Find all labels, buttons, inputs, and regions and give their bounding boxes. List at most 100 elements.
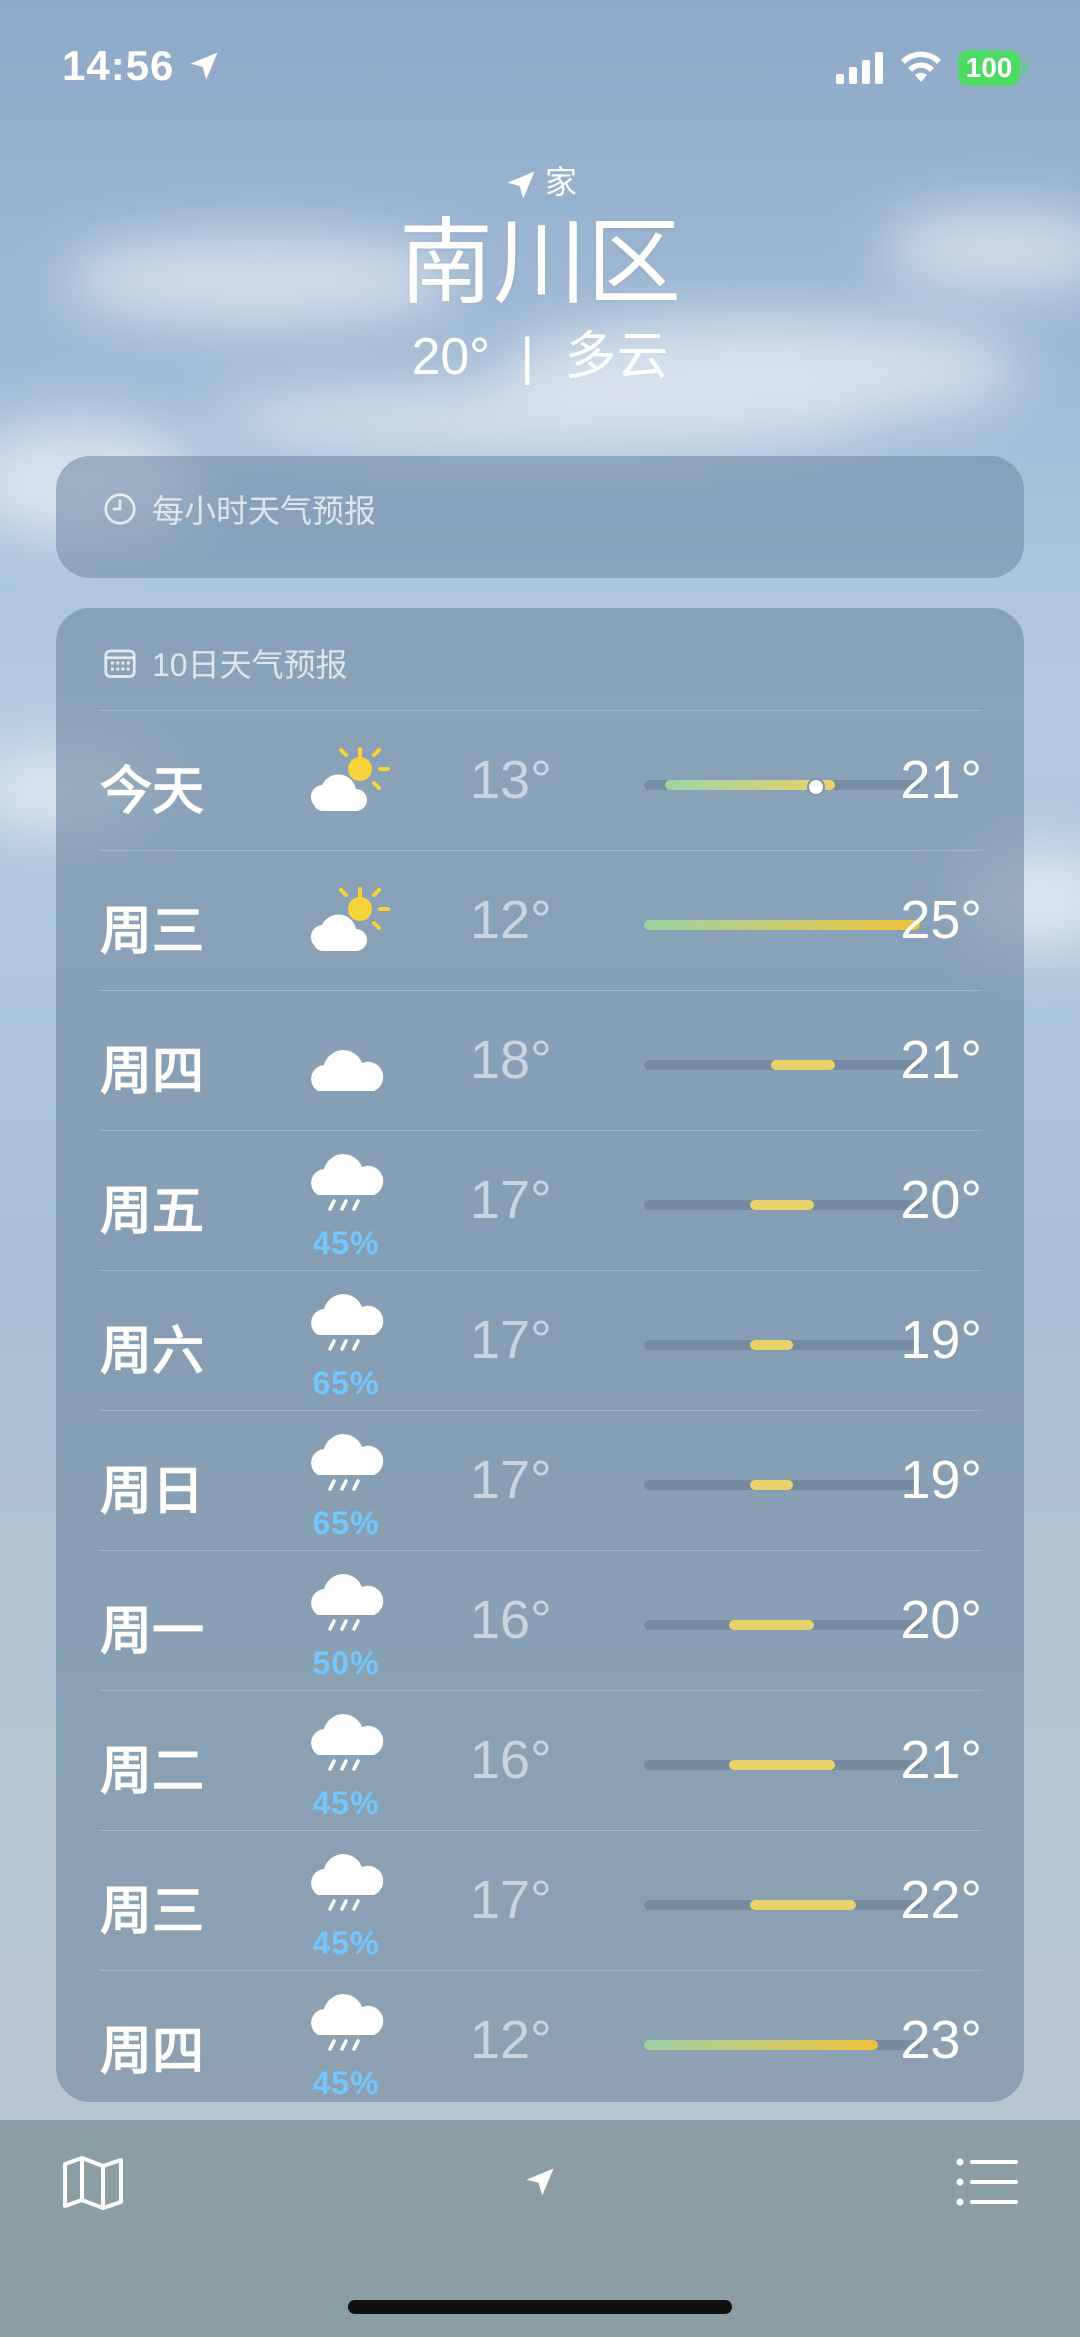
low-temperature: 16° bbox=[470, 1590, 552, 1650]
location-header: 家 南川区 20° | 多云 bbox=[0, 160, 1080, 392]
low-temperature: 17° bbox=[470, 1450, 552, 1510]
forecast-row[interactable]: 今天 13° 21° bbox=[100, 710, 982, 850]
battery-indicator: 100 bbox=[958, 50, 1020, 86]
ten-day-forecast-title: 10日天气预报 bbox=[152, 647, 348, 683]
precipitation-chance: 50% bbox=[312, 1645, 380, 1681]
cellular-signal-icon bbox=[836, 52, 883, 84]
temperature-range-bar bbox=[644, 1480, 920, 1490]
high-temperature: 20° bbox=[900, 1590, 982, 1650]
day-label: 周三 bbox=[100, 1883, 205, 1941]
high-temperature: 22° bbox=[900, 1870, 982, 1930]
temperature-range-fill bbox=[644, 2040, 878, 2050]
day-label: 周六 bbox=[100, 1323, 205, 1381]
status-time: 14:56 bbox=[62, 42, 175, 89]
low-temperature: 16° bbox=[470, 1730, 552, 1790]
current-temperature: 20° bbox=[411, 328, 491, 386]
battery-cap bbox=[1022, 61, 1027, 75]
low-temperature: 12° bbox=[470, 2010, 552, 2070]
forecast-row[interactable]: 周二 45% 16° 21° bbox=[100, 1690, 982, 1830]
precipitation-chance: 65% bbox=[312, 1365, 380, 1401]
low-temperature: 12° bbox=[470, 890, 552, 950]
precipitation-chance: 45% bbox=[312, 1925, 380, 1961]
day-label: 周五 bbox=[100, 1183, 205, 1241]
temperature-range-fill bbox=[728, 1620, 814, 1630]
forecast-row[interactable]: 周三 12° 25° bbox=[100, 850, 982, 990]
temperature-range-bar bbox=[644, 1900, 920, 1910]
low-temperature: 17° bbox=[470, 1870, 552, 1930]
temperature-range-bar bbox=[644, 1340, 920, 1350]
temperature-range-bar bbox=[644, 1060, 920, 1070]
high-temperature: 23° bbox=[900, 2010, 982, 2070]
high-temperature: 25° bbox=[900, 890, 982, 950]
temperature-range-bar bbox=[644, 2040, 920, 2050]
low-temperature: 13° bbox=[470, 750, 552, 810]
forecast-row[interactable]: 周五 45% 17° 20° bbox=[100, 1130, 982, 1270]
battery-level: 100 bbox=[965, 52, 1013, 83]
ten-day-forecast-header: 10日天气预报 bbox=[102, 640, 348, 686]
forecast-row[interactable]: 周一 50% 16° 20° bbox=[100, 1550, 982, 1690]
high-temperature: 20° bbox=[900, 1170, 982, 1230]
forecast-list: 今天 13° 21° 周三 12° 25° 周四 18° 21° 周五 45% 17° 20° 周六 65%… bbox=[100, 710, 982, 2110]
precipitation-chance: 65% bbox=[312, 1505, 380, 1541]
day-label: 今天 bbox=[100, 763, 205, 821]
home-label: 家 bbox=[544, 164, 577, 200]
precipitation-chance: 45% bbox=[312, 1225, 380, 1261]
temperature-range-fill bbox=[728, 1760, 836, 1770]
ten-day-forecast-card[interactable]: 10日天气预报 今天 13° 21° 周三 12° 25° 周四 18° 21° 周五 45% 17°… bbox=[56, 608, 1024, 2102]
current-temperature-dot bbox=[806, 778, 825, 796]
temperature-range-fill bbox=[644, 920, 920, 930]
location-arrow-icon[interactable] bbox=[522, 2164, 558, 2200]
day-label: 周一 bbox=[100, 1603, 205, 1661]
temperature-range-bar bbox=[644, 1760, 920, 1770]
low-temperature: 17° bbox=[470, 1310, 552, 1370]
location-arrow-icon bbox=[507, 171, 535, 199]
low-temperature: 18° bbox=[470, 1030, 552, 1090]
high-temperature: 19° bbox=[900, 1310, 982, 1370]
hourly-forecast-header: 每小时天气预报 bbox=[102, 486, 376, 532]
forecast-row[interactable]: 周四 18° 21° bbox=[100, 990, 982, 1130]
temperature-range-bar bbox=[644, 920, 920, 930]
temperature-range-fill bbox=[750, 1480, 793, 1490]
temperature-range-bar bbox=[644, 778, 920, 796]
condition-text: 多云 bbox=[564, 328, 669, 386]
high-temperature: 19° bbox=[900, 1450, 982, 1510]
forecast-row[interactable]: 周三 45% 17° 22° bbox=[100, 1830, 982, 1970]
clock-icon bbox=[104, 493, 136, 525]
calendar-icon bbox=[104, 649, 136, 678]
wifi-icon bbox=[901, 51, 941, 82]
high-temperature: 21° bbox=[900, 1030, 982, 1090]
list-icon[interactable] bbox=[956, 2158, 1018, 2206]
day-label: 周二 bbox=[100, 1743, 205, 1801]
map-icon[interactable] bbox=[62, 2154, 124, 2212]
conditions-separator: | bbox=[520, 328, 535, 386]
cloud-icon bbox=[300, 1019, 396, 1115]
day-label: 周四 bbox=[100, 2023, 205, 2081]
temperature-range-fill bbox=[750, 1340, 793, 1350]
hourly-forecast-title: 每小时天气预报 bbox=[152, 493, 377, 529]
home-location-row: 家 bbox=[0, 160, 1080, 204]
day-label: 周日 bbox=[100, 1463, 205, 1521]
temperature-range-bar bbox=[644, 1620, 920, 1630]
forecast-row[interactable]: 周日 65% 17° 19° bbox=[100, 1410, 982, 1550]
current-conditions: 20° | 多云 bbox=[0, 322, 1080, 392]
forecast-row[interactable]: 周六 65% 17° 19° bbox=[100, 1270, 982, 1410]
precipitation-chance: 45% bbox=[312, 2065, 380, 2101]
partly-sunny-icon bbox=[300, 739, 396, 835]
high-temperature: 21° bbox=[900, 1730, 982, 1790]
temperature-range-fill bbox=[750, 1200, 814, 1210]
hourly-forecast-card[interactable]: 每小时天气预报 bbox=[56, 456, 1024, 578]
temperature-range-bar bbox=[644, 1200, 920, 1210]
low-temperature: 17° bbox=[470, 1170, 552, 1230]
location-services-icon bbox=[190, 52, 218, 80]
temperature-range-fill bbox=[750, 1900, 857, 1910]
status-bar: 14:56 100 bbox=[0, 0, 1080, 130]
day-label: 周四 bbox=[100, 1043, 205, 1101]
partly-sunny-icon bbox=[300, 879, 396, 975]
city-name: 南川区 bbox=[398, 210, 681, 315]
precipitation-chance: 45% bbox=[312, 1785, 380, 1821]
home-indicator[interactable] bbox=[348, 2300, 732, 2314]
day-label: 周三 bbox=[100, 903, 205, 961]
high-temperature: 21° bbox=[900, 750, 982, 810]
temperature-range-fill bbox=[771, 1060, 836, 1070]
forecast-row[interactable]: 周四 45% 12° 23° bbox=[100, 1970, 982, 2110]
